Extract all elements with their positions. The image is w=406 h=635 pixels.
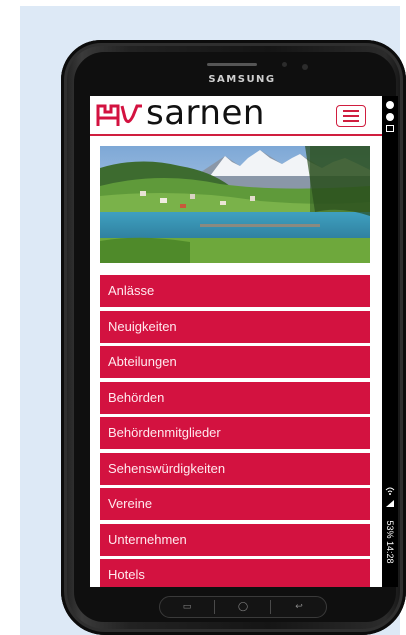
nav-item-hotels[interactable]: Hotels xyxy=(100,559,370,587)
nav-item-neuigkeiten[interactable]: Neuigkeiten xyxy=(100,310,370,343)
nav-item-abteilungen[interactable]: Abteilungen xyxy=(100,346,370,378)
alarm-icon xyxy=(386,101,394,109)
nav-item-unternehmen[interactable]: Unternehmen xyxy=(100,523,370,556)
nav-item-behoerden[interactable]: Behörden xyxy=(100,381,370,414)
hamburger-menu-icon xyxy=(343,110,359,112)
android-navigation-bar: ▭ ◯ ↩ xyxy=(159,596,327,618)
nav-item-behoerdenmitglieder[interactable]: Behördenmitglieder xyxy=(100,417,370,449)
sarnen-logo-icon[interactable] xyxy=(95,100,145,130)
gallery-icon xyxy=(386,125,394,132)
nav-divider xyxy=(214,600,215,614)
speaker-grille xyxy=(207,63,257,66)
notification-icon xyxy=(386,113,394,121)
sensor-dot xyxy=(282,62,287,67)
front-camera xyxy=(302,64,308,70)
hamburger-line xyxy=(343,120,359,122)
battery-clock-text: 53% 14:28 xyxy=(385,520,395,564)
hero-lake-photo xyxy=(100,146,370,263)
home-icon[interactable]: ◯ xyxy=(236,601,250,613)
device-brand: SAMSUNG xyxy=(208,74,276,85)
menu-button[interactable] xyxy=(336,105,366,127)
site-header: sarnen xyxy=(90,96,382,136)
nav-divider xyxy=(270,600,271,614)
recent-apps-icon[interactable]: ▭ xyxy=(180,601,194,613)
wifi-icon xyxy=(385,480,395,495)
android-status-bar: 53% 14:28 xyxy=(382,96,398,587)
hamburger-line xyxy=(343,115,359,117)
nav-item-vereine[interactable]: Vereine xyxy=(100,488,370,520)
main-navigation: Anlässe Neuigkeiten Abteilungen Behörden… xyxy=(100,275,370,587)
website: sarnen Anlässe Neuigkeiten Abteilungen B… xyxy=(90,96,382,587)
status-readout: 53% 14:28 xyxy=(383,500,397,584)
nav-item-anlaesse[interactable]: Anlässe xyxy=(100,275,370,307)
site-logo-text[interactable]: sarnen xyxy=(146,96,265,133)
nav-item-sehenswuerdigkeiten[interactable]: Sehenswürdigkeiten xyxy=(100,452,370,485)
back-icon[interactable]: ↩ xyxy=(292,601,306,613)
device-screen: sarnen Anlässe Neuigkeiten Abteilungen B… xyxy=(90,96,398,587)
signal-icon xyxy=(386,492,394,507)
